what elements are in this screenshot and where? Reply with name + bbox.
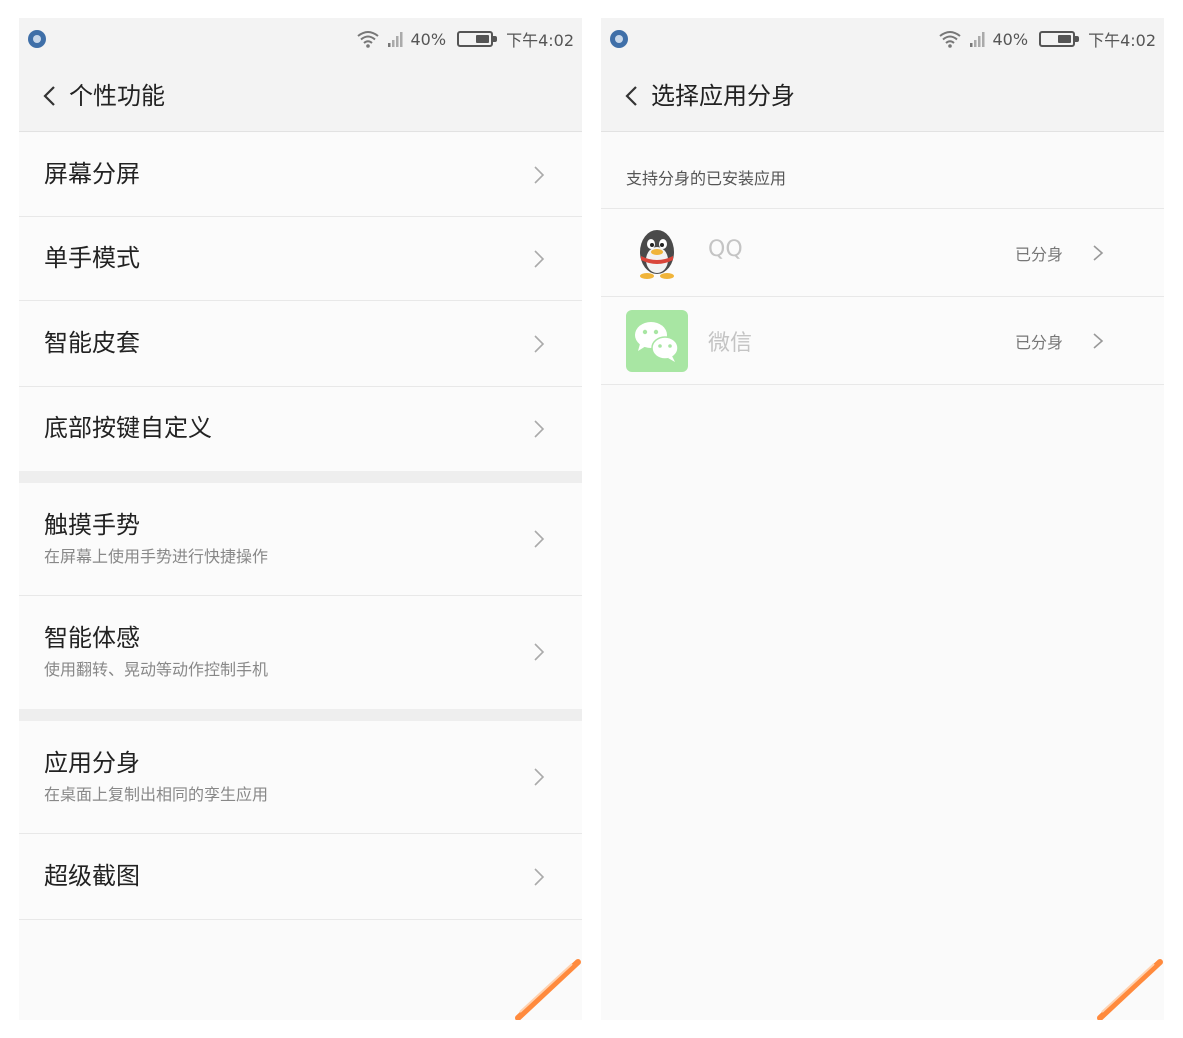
item-title: 单手模式: [44, 244, 140, 272]
chevron-right-icon: [534, 250, 545, 268]
clone-status-badge: 已分身: [1015, 245, 1064, 264]
clock: 下午4:02: [1088, 31, 1156, 50]
chevron-right-icon: [534, 868, 545, 886]
notification-icon: [610, 30, 628, 48]
list-item-super-screenshot[interactable]: 超级截图: [19, 834, 582, 920]
chevron-right-icon: [1093, 333, 1104, 349]
settings-list: 屏幕分屏 单手模式 智能皮套 底部按键自定义 触摸手势 在屏幕上使用手势进行快捷…: [19, 133, 582, 920]
battery-icon: [1039, 31, 1080, 47]
item-title: 应用分身: [44, 749, 140, 777]
item-subtitle: 在屏幕上使用手势进行快捷操作: [44, 547, 269, 566]
back-arrow-icon[interactable]: [41, 84, 57, 108]
app-name: 微信: [708, 331, 753, 356]
chevron-right-icon: [534, 643, 545, 661]
page-title: 个性功能: [69, 82, 165, 110]
chevron-right-icon: [534, 768, 545, 786]
chevron-right-icon: [534, 420, 545, 438]
wechat-icon: [626, 310, 688, 372]
wifi-icon: [938, 31, 961, 48]
app-list: QQ 已分身 微信 已分身: [601, 208, 1164, 385]
page-title: 选择应用分身: [651, 82, 795, 110]
item-title: 触摸手势: [44, 511, 140, 539]
list-item-one-hand-mode[interactable]: 单手模式: [19, 217, 582, 301]
section-divider: [19, 471, 582, 483]
nav-bar: 选择应用分身: [601, 60, 1164, 132]
app-row-qq[interactable]: QQ 已分身: [601, 209, 1164, 297]
list-item-split-screen[interactable]: 屏幕分屏: [19, 133, 582, 217]
clone-status-badge: 已分身: [1015, 333, 1064, 352]
signal-icon: [387, 32, 402, 47]
phone-screen-app-clone: 40% 下午4:02 选择应用分身 支持分身的已安装应用 QQ 已分身 微信 已…: [601, 18, 1164, 1020]
chevron-right-icon: [534, 335, 545, 353]
chevron-right-icon: [1093, 245, 1104, 261]
item-title: 智能皮套: [44, 329, 140, 357]
item-subtitle: 使用翻转、晃动等动作控制手机: [44, 660, 269, 679]
chevron-right-icon: [534, 530, 545, 548]
corner-watermark-icon: [515, 959, 581, 1020]
battery-percent: 40%: [410, 29, 447, 49]
phone-screen-features: 40% 下午4:02 个性功能 屏幕分屏 单手模式 智能皮套 底部按键自定义 触…: [19, 18, 582, 1020]
section-header: 支持分身的已安装应用: [626, 169, 787, 188]
list-item-touch-gestures[interactable]: 触摸手势 在屏幕上使用手势进行快捷操作: [19, 483, 582, 596]
chevron-right-icon: [534, 166, 545, 184]
section-divider: [19, 709, 582, 721]
list-item-motion-sensing[interactable]: 智能体感 使用翻转、晃动等动作控制手机: [19, 596, 582, 709]
list-item-app-clone[interactable]: 应用分身 在桌面上复制出相同的孪生应用: [19, 721, 582, 834]
corner-watermark-icon: [1097, 959, 1163, 1020]
item-title: 底部按键自定义: [44, 414, 212, 442]
back-arrow-icon[interactable]: [623, 84, 639, 108]
list-item-bottom-keys[interactable]: 底部按键自定义: [19, 387, 582, 471]
signal-icon: [969, 32, 984, 47]
item-title: 智能体感: [44, 624, 140, 652]
item-title: 屏幕分屏: [44, 160, 140, 188]
qq-penguin-icon: [640, 230, 674, 279]
battery-percent: 40%: [992, 29, 1029, 49]
item-title: 超级截图: [44, 862, 140, 890]
clock: 下午4:02: [506, 31, 574, 50]
notification-icon: [28, 30, 46, 48]
battery-icon: [457, 31, 498, 47]
nav-bar: 个性功能: [19, 60, 582, 132]
app-name: QQ: [708, 237, 743, 262]
status-bar: 40% 下午4:02: [601, 18, 1164, 60]
item-subtitle: 在桌面上复制出相同的孪生应用: [44, 785, 269, 804]
status-bar: 40% 下午4:02: [19, 18, 582, 60]
app-row-wechat[interactable]: 微信 已分身: [601, 297, 1164, 385]
wifi-icon: [356, 31, 379, 48]
list-item-smart-cover[interactable]: 智能皮套: [19, 301, 582, 387]
